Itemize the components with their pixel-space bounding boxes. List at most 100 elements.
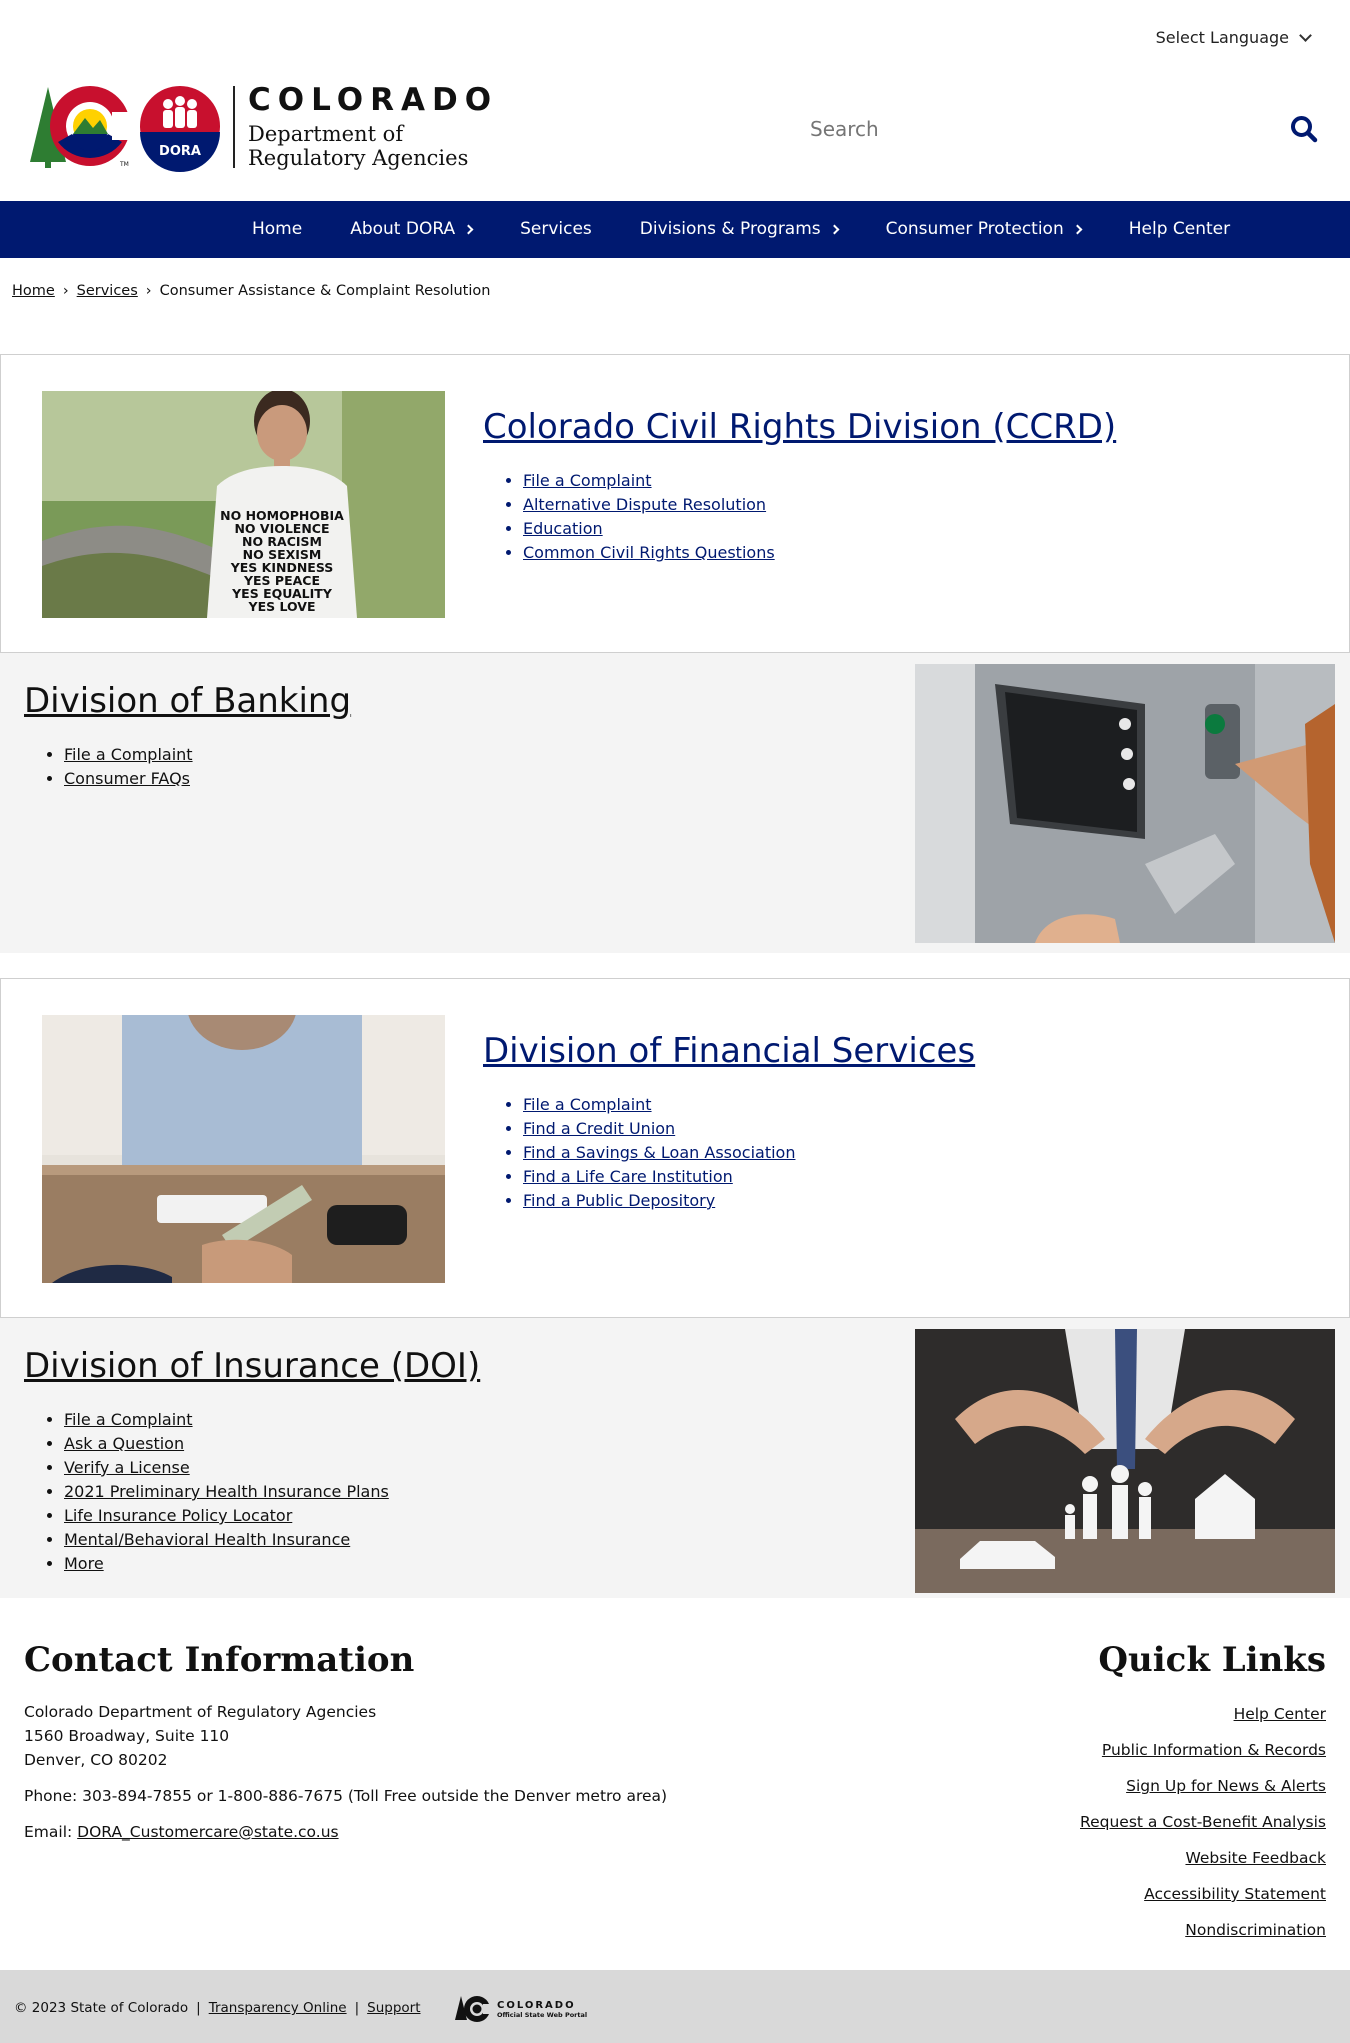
nav-item-label: Divisions & Programs [639,219,821,239]
nav-item-divisions-programs[interactable]: Divisions & Programs [616,201,862,258]
atm-image [915,664,1335,943]
state-portal-logo[interactable]: COLORADO Official State Web Portal [455,1994,587,2024]
logo-divider [233,86,235,168]
nav-item-home[interactable]: Home [228,201,326,258]
nav-item-label: Help Center [1128,219,1231,239]
language-label: Select Language [1155,28,1289,47]
contact-phone: Phone: 303-894-7855 or 1-800-886-7675 (T… [24,1787,668,1805]
contact-email-link[interactable]: DORA_Customercare@state.co.us [77,1823,338,1841]
financial-title[interactable]: Division of Financial Services [483,1031,975,1071]
chevron-down-icon [1299,28,1312,42]
quick-link[interactable]: Website Feedback [1080,1840,1326,1876]
financial-link[interactable]: Find a Public Depository [523,1189,975,1213]
financial-link[interactable]: Find a Savings & Loan Association [523,1141,975,1165]
breadcrumb-separator: › [62,283,69,299]
colorado-dora-logo-mark: TM DORA [28,82,228,174]
financial-link[interactable]: File a Complaint [523,1093,975,1117]
insurance-link[interactable]: Life Insurance Policy Locator [64,1504,480,1528]
contact-org: Colorado Department of Regulatory Agenci… [24,1703,377,1721]
section-ccrd: NO HOMOPHOBIA NO VIOLENCE NO RACISM NO SEXI… [0,354,1350,653]
contact-heading: Contact Information [24,1640,415,1680]
quick-link[interactable]: Request a Cost-Benefit Analysis [1080,1804,1326,1840]
quick-links: Quick Links Help Center Public Informatio… [1080,1640,1326,1948]
footer-bar: © 2023 State of Colorado | Transparency … [0,1970,1350,2043]
breadcrumb-home[interactable]: Home [12,283,55,299]
financial-link[interactable]: Find a Life Care Institution [523,1165,975,1189]
insurance-link[interactable]: Mental/Behavioral Health Insurance [64,1528,480,1552]
ccrd-link[interactable]: Alternative Dispute Resolution [523,493,1116,517]
contact-city: Denver, CO 80202 [24,1751,168,1769]
logo-text: COLORADO Department of Regulatory Agenci… [248,82,508,170]
footer-separator: | [354,2000,360,2016]
nav-item-label: About DORA [350,219,456,239]
support-link[interactable]: Support [367,2000,420,2016]
transparency-online-link[interactable]: Transparency Online [209,2000,347,2016]
banking-links: File a ComplaintConsumer FAQs [24,743,351,791]
state-logo-title: COLORADO [497,1999,576,2011]
site-logo[interactable]: TM DORA COLORADO Department of Regulator… [28,82,491,174]
nav-item-services[interactable]: Services [496,201,616,258]
insurance-links: File a ComplaintAsk a QuestionVerify a L… [24,1408,480,1576]
quick-link[interactable]: Public Information & Records [1080,1732,1326,1768]
banking-link[interactable]: Consumer FAQs [64,767,351,791]
colorado-c-icon [455,1996,491,2022]
tm-mark: TM [119,161,129,168]
logo-line-2: Regulatory Agencies [248,146,469,170]
section-insurance: Division of Insurance (DOI) File a Compl… [0,1318,1350,1598]
ccrd-image: NO HOMOPHOBIA NO VIOLENCE NO RACISM NO SEXI… [42,391,445,618]
banking-link[interactable]: File a Complaint [64,743,351,767]
nav-item-label: Consumer Protection [885,219,1064,239]
ccrd-links: File a ComplaintAlternative Dispute Reso… [483,469,1116,565]
nav-item-help-center[interactable]: Help Center [1105,201,1254,258]
nav-item-consumer-protection[interactable]: Consumer Protection [862,201,1105,258]
insurance-link[interactable]: 2021 Preliminary Health Insurance Plans [64,1480,480,1504]
section-financial-services: Division of Financial Services File a Co… [0,978,1350,1318]
breadcrumb-services[interactable]: Services [77,283,138,299]
language-select[interactable]: Select Language [1155,28,1312,47]
contact-information: Contact Information Colorado Department … [24,1640,667,1844]
insurance-link[interactable]: Verify a License [64,1456,480,1480]
logo-line-1: Department of [248,122,404,146]
ccrd-link[interactable]: Education [523,517,1116,541]
copyright: © 2023 State of Colorado [14,2000,189,2016]
section-banking: Division of Banking File a ComplaintCons… [0,653,1350,953]
search-input[interactable] [800,104,1250,154]
insurance-link[interactable]: File a Complaint [64,1408,480,1432]
breadcrumb: Home › Services › Consumer Assistance & … [12,283,490,299]
ccrd-link[interactable]: Common Civil Rights Questions [523,541,1116,565]
dora-badge-text: DORA [159,144,201,159]
quick-link[interactable]: Help Center [1080,1696,1326,1732]
state-logo-subtitle: Official State Web Portal [497,2010,588,2019]
quick-link[interactable]: Accessibility Statement [1080,1876,1326,1912]
insurance-image [915,1329,1335,1593]
insurance-link[interactable]: Ask a Question [64,1432,480,1456]
chevron-right-icon[interactable] [829,224,840,235]
chevron-right-icon[interactable] [463,224,474,235]
banking-title[interactable]: Division of Banking [24,681,351,721]
insurance-title[interactable]: Division of Insurance (DOI) [24,1346,480,1386]
insurance-link[interactable]: More [64,1552,480,1576]
ccrd-link[interactable]: File a Complaint [523,469,1116,493]
quick-link[interactable]: Sign Up for News & Alerts [1080,1768,1326,1804]
nav-item-about-dora[interactable]: About DORA [326,201,496,258]
contact-email-row: Email: DORA_Customercare@state.co.us [24,1820,667,1844]
ccrd-title[interactable]: Colorado Civil Rights Division (CCRD) [483,407,1116,447]
contact-email-label: Email: [24,1823,73,1841]
search-icon[interactable] [1290,115,1318,143]
chevron-right-icon[interactable] [1072,224,1083,235]
nav-item-label: Services [520,219,592,239]
quick-link[interactable]: Nondiscrimination [1080,1912,1326,1948]
financial-links: File a ComplaintFind a Credit UnionFind … [483,1093,975,1213]
footer-copy: © 2023 State of Colorado | Transparency … [14,2000,421,2016]
shirt-text: NO HOMOPHOBIA NO VIOLENCE NO RACISM NO SEXI… [192,509,372,613]
financial-image [42,1015,445,1283]
shirt-text-line: YES LOVE [248,599,316,614]
breadcrumb-separator: › [145,283,152,299]
main-nav: Home About DORA Services Divisions & Progra… [0,201,1350,258]
breadcrumb-current: Consumer Assistance & Complaint Resoluti… [159,283,491,299]
quick-links-heading: Quick Links [1098,1640,1326,1680]
footer-separator: | [196,2000,201,2016]
nav-list: Home About DORA Services Divisions & Progra… [228,201,1254,258]
financial-link[interactable]: Find a Credit Union [523,1117,975,1141]
nav-item-label: Home [252,219,303,239]
